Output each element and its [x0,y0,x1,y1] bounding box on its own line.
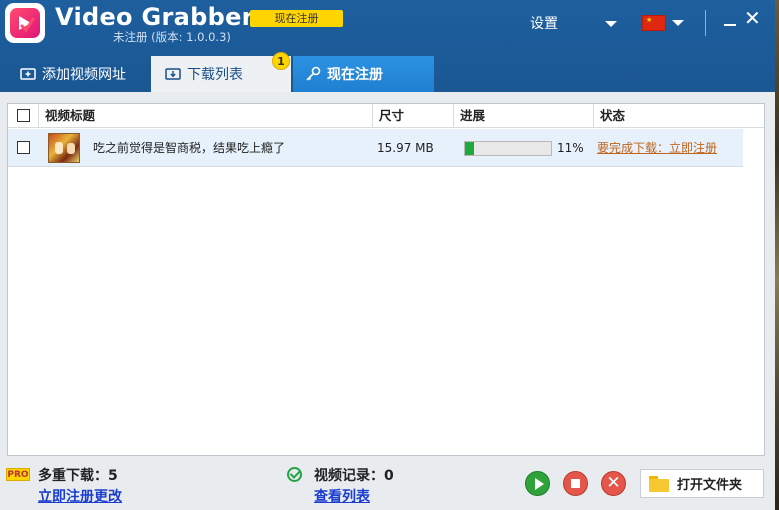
tab-add-video-url[interactable]: 添加视频网址 [8,56,148,92]
column-divider [453,104,454,128]
check-circle-icon [287,467,302,482]
pro-badge: PRO [6,468,30,481]
row-checkbox[interactable] [17,141,30,154]
version-text: 未注册 (版本: 1.0.0.3) [113,30,231,44]
settings-dropdown-icon[interactable] [605,21,617,27]
video-thumbnail [48,133,80,163]
select-all-checkbox[interactable] [17,109,30,122]
china-flag-icon[interactable]: ★ [642,15,666,31]
cancel-icon[interactable]: ✕ [601,471,626,496]
column-header-status[interactable]: 状态 [600,104,625,128]
register-change-link[interactable]: 立即注册更改 [38,486,122,506]
tab-register-now[interactable]: 现在注册 [293,56,434,92]
status-link-text[interactable]: 要完成下载：立即注册 [597,141,717,155]
logo-icon [10,8,40,38]
footer-bar: PRO 多重下载：5 立即注册更改 视频记录：0 查看列表 ✕ 打开文件夹 [0,462,775,510]
progress-fill [465,142,475,155]
register-now-badge[interactable]: 现在注册 [250,10,343,27]
play-icon[interactable] [525,471,550,496]
download-table: 视频标题 尺寸 进展 状态 吃之前觉得是智商税，结果吃上瘾了 15.97 MB … [7,103,765,456]
stop-icon[interactable] [563,471,588,496]
column-divider [372,104,373,128]
background-window-edge [775,0,779,510]
minimize-icon[interactable] [724,24,736,26]
view-list-link[interactable]: 查看列表 [314,486,370,506]
download-progress-bar [464,141,552,156]
column-header-progress[interactable]: 进展 [460,104,485,128]
open-folder-button[interactable]: 打开文件夹 [640,469,764,498]
status-register-link[interactable]: 要完成下载：立即注册 [597,129,717,167]
column-divider [38,104,39,128]
tab-label: 添加视频网址 [42,67,126,83]
title-bar: Video Grabber 现在注册 未注册 (版本: 1.0.0.3) 设置 … [0,0,775,92]
open-folder-label: 打开文件夹 [677,478,743,493]
download-list-icon [165,67,181,81]
tab-download-list[interactable]: 下载列表 [151,56,291,92]
app-logo [5,3,45,43]
multi-download-label: 多重下载：5 [38,468,118,484]
table-row[interactable]: 吃之前觉得是智商税，结果吃上瘾了 15.97 MB 11% 要完成下载：立即注册 [8,129,743,167]
table-header: 视频标题 尺寸 进展 状态 [8,104,764,128]
progress-percent: 11% [557,141,584,155]
column-header-size[interactable]: 尺寸 [379,104,404,128]
key-icon [305,66,321,82]
column-header-title[interactable]: 视频标题 [45,104,95,128]
tab-label: 现在注册 [327,67,383,83]
folder-icon [649,475,669,492]
download-count-badge: 1 [272,52,290,70]
app-window: Video Grabber 现在注册 未注册 (版本: 1.0.0.3) 设置 … [0,0,775,510]
video-title: 吃之前觉得是智商税，结果吃上瘾了 [93,141,286,155]
column-divider [593,104,594,128]
add-video-icon [20,67,36,81]
titlebar-divider [705,10,706,36]
settings-menu[interactable]: 设置 [530,13,558,33]
app-title: Video Grabber [55,3,254,31]
close-icon[interactable]: ✕ [744,8,761,28]
video-size: 15.97 MB [377,141,434,155]
tab-label: 下载列表 [187,67,243,83]
video-history-label: 视频记录：0 [314,468,394,484]
language-dropdown-icon[interactable] [672,20,684,26]
